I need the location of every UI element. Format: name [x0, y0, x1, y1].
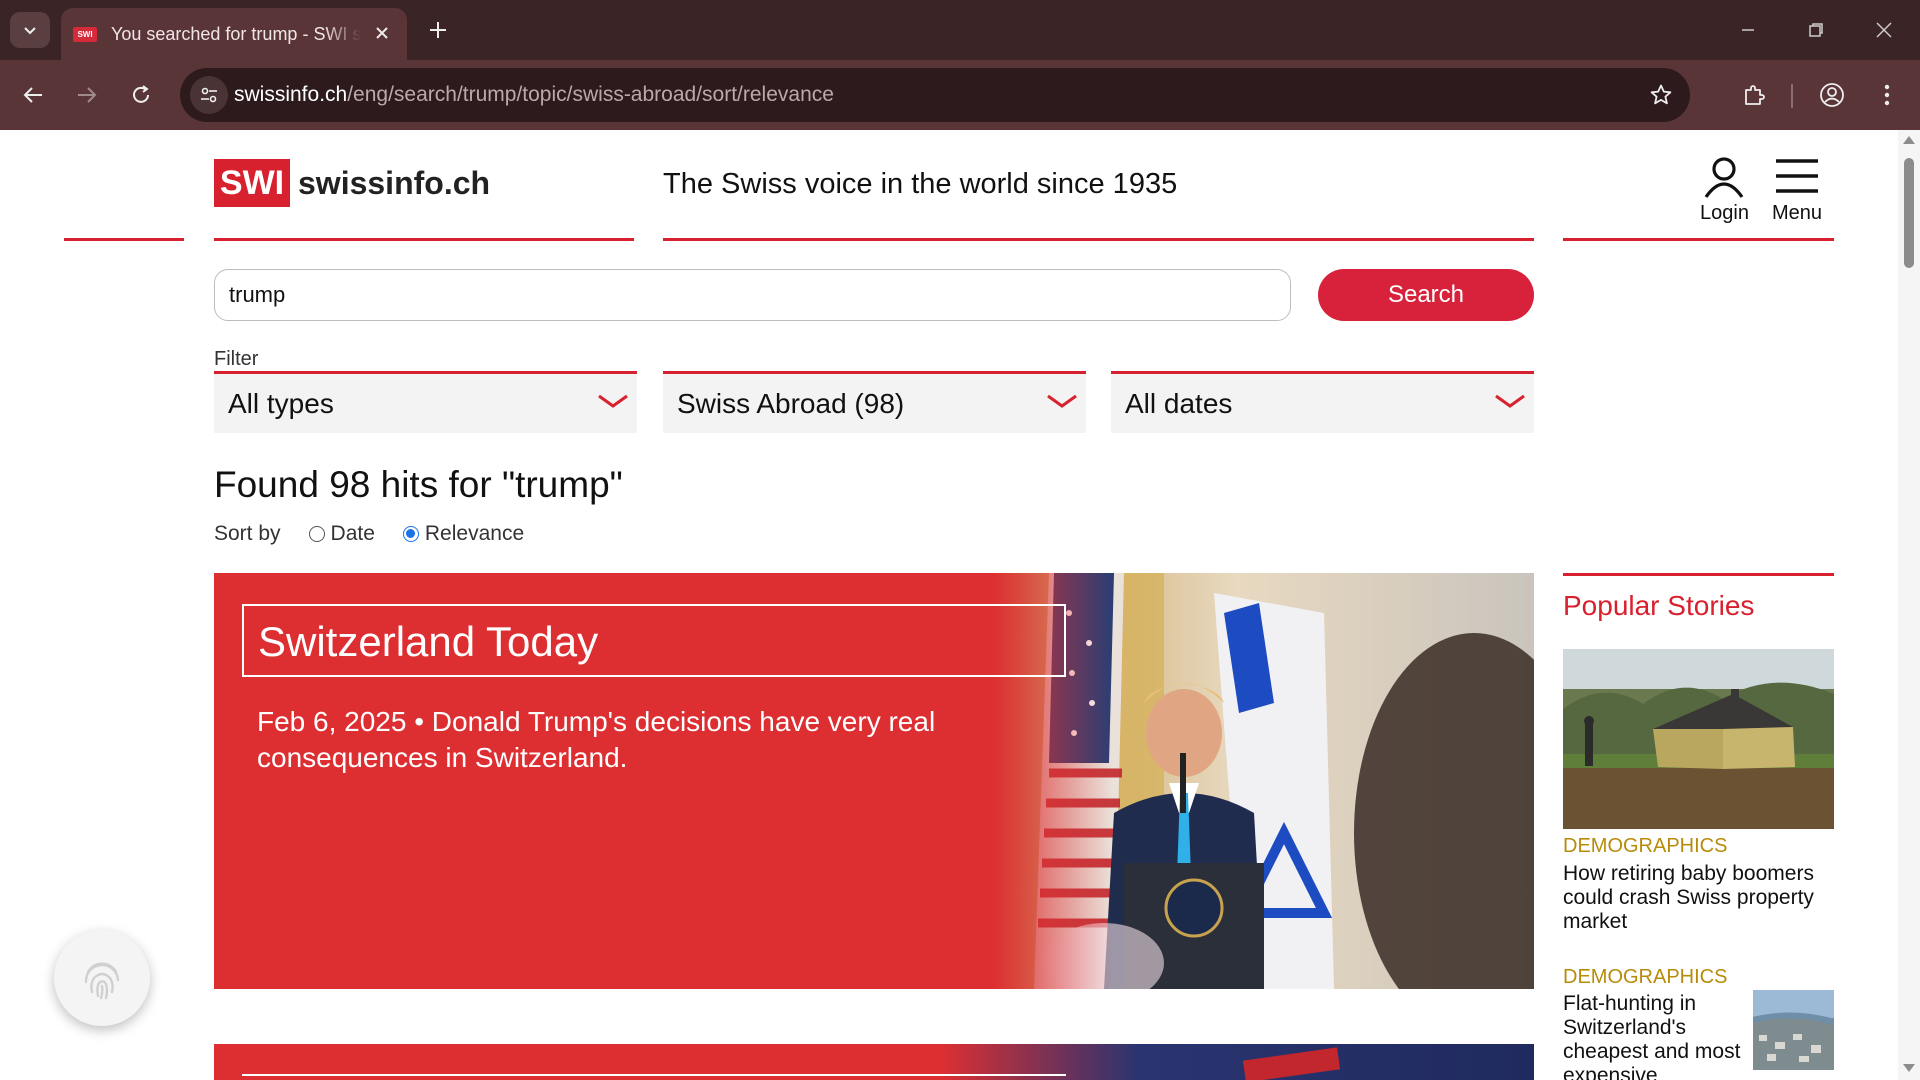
- header-divider: [663, 238, 1534, 241]
- url-path: /eng/search/trump/topic/swiss-abroad/sor…: [347, 83, 834, 106]
- tab-close-button[interactable]: [371, 22, 393, 44]
- more-icon: [1884, 84, 1890, 106]
- logo-wordmark: swissinfo.ch: [298, 164, 491, 201]
- sort-date-label: Date: [330, 522, 375, 545]
- back-icon: [23, 87, 42, 103]
- toolbar-divider: [1791, 84, 1793, 108]
- url-host: swissinfo.ch: [234, 83, 348, 106]
- profile-button[interactable]: [1811, 74, 1853, 116]
- bookmark-button[interactable]: [1646, 80, 1676, 110]
- extensions-button[interactable]: [1733, 74, 1775, 116]
- logo-mark: SWI: [214, 159, 290, 207]
- menu-button[interactable]: Menu: [1772, 156, 1822, 225]
- type-filter-select[interactable]: All types: [214, 371, 637, 433]
- result-card[interactable]: [214, 1044, 1534, 1080]
- tab-search-button[interactable]: [10, 12, 50, 48]
- popular-headline[interactable]: Flat-hunting in Switzerland's cheapest a…: [1563, 992, 1743, 1080]
- card-description: Feb 6, 2025 • Donald Trump's decisions h…: [257, 706, 936, 773]
- scroll-down-arrow[interactable]: [1903, 1064, 1915, 1072]
- scroll-thumb[interactable]: [1904, 158, 1914, 268]
- search-input[interactable]: [214, 269, 1291, 321]
- forward-button[interactable]: [66, 74, 108, 116]
- close-icon: [376, 27, 388, 39]
- date-filter-select[interactable]: All dates: [1111, 371, 1534, 433]
- chevron-down-icon: [24, 27, 36, 35]
- news-projects-photo: [214, 1044, 1534, 1080]
- sort-relevance-label: Relevance: [424, 522, 525, 545]
- popular-divider: [1563, 573, 1834, 576]
- browser-tab-bar: SWI You searched for trump - SWI swissin…: [0, 0, 1920, 60]
- browser-toolbar: swissinfo.ch/eng/search/trump/topic/swis…: [0, 60, 1920, 130]
- user-icon: [1705, 157, 1744, 198]
- card-title: Switzerland Today: [258, 618, 599, 665]
- minimize-button[interactable]: [1730, 14, 1766, 46]
- profile-icon: [1820, 83, 1844, 107]
- fingerprint-icon: [84, 962, 120, 1000]
- type-filter-value: All types: [228, 388, 334, 419]
- restore-icon: [1809, 23, 1823, 37]
- aerial-city-photo[interactable]: [1753, 990, 1834, 1070]
- restore-button[interactable]: [1798, 14, 1834, 46]
- url-text: swissinfo.ch/eng/search/trump/topic/swis…: [234, 83, 834, 107]
- header-divider: [214, 238, 634, 241]
- filter-label: Filter: [214, 348, 259, 370]
- chevron-down-icon: [1047, 394, 1077, 408]
- page-scrollbar[interactable]: [1898, 130, 1920, 1080]
- browser-tab[interactable]: SWI You searched for trump - SWI swissin…: [61, 8, 407, 60]
- page-viewport: SWI swissinfo.ch The Swiss voice in the …: [0, 130, 1898, 1080]
- topic-filter-select[interactable]: Swiss Abroad (98): [663, 371, 1086, 433]
- sort-control: Sort by Date Relevance: [214, 522, 524, 546]
- address-bar[interactable]: swissinfo.ch/eng/search/trump/topic/swis…: [180, 68, 1690, 122]
- reload-icon: [133, 85, 149, 103]
- popular-category: DEMOGRAPHICS: [1563, 835, 1728, 857]
- close-window-button[interactable]: [1866, 14, 1902, 46]
- sort-date-radio[interactable]: [308, 526, 325, 542]
- star-icon: [1650, 84, 1672, 105]
- trump-press-photo: [994, 573, 1534, 989]
- result-card[interactable]: Switzerland Today Feb 6, 2025 • Donald T…: [214, 573, 1534, 989]
- minimize-icon: [1742, 29, 1754, 31]
- topic-filter-value: Swiss Abroad (98): [677, 388, 905, 419]
- search-button[interactable]: Search: [1318, 269, 1534, 321]
- back-button[interactable]: [12, 74, 54, 116]
- sort-label: Sort by: [214, 522, 281, 545]
- new-tab-button[interactable]: [424, 16, 452, 44]
- fingerprint-button[interactable]: [54, 930, 150, 1026]
- site-logo[interactable]: SWI swissinfo.ch: [214, 159, 490, 207]
- site-info-icon: [201, 87, 217, 103]
- results-heading: Found 98 hits for "trump": [214, 464, 623, 505]
- popular-headline[interactable]: How retiring baby boomers could crash Sw…: [1563, 862, 1834, 934]
- favicon: SWI: [73, 26, 97, 42]
- forward-icon: [78, 87, 97, 103]
- more-menu-button[interactable]: [1866, 74, 1908, 116]
- sort-relevance-option[interactable]: Relevance: [402, 522, 525, 546]
- extensions-icon: [1745, 85, 1765, 105]
- sort-date-option[interactable]: Date: [308, 522, 375, 546]
- chevron-down-icon: [1495, 394, 1525, 408]
- plus-icon: [430, 22, 446, 38]
- card-title-frame: Switzerland Today: [242, 604, 1066, 677]
- close-icon: [1876, 22, 1892, 38]
- house-field-photo[interactable]: [1563, 649, 1834, 829]
- popular-stories-title: Popular Stories: [1563, 590, 1755, 621]
- chevron-down-icon: [598, 394, 628, 408]
- reload-button[interactable]: [120, 74, 162, 116]
- popular-category: DEMOGRAPHICS: [1563, 966, 1728, 988]
- site-tagline: The Swiss voice in the world since 1935: [663, 168, 1178, 200]
- login-button[interactable]: Login: [1700, 156, 1749, 225]
- header-divider: [64, 238, 184, 241]
- hamburger-icon: [1776, 159, 1819, 193]
- sort-relevance-radio[interactable]: [402, 526, 419, 542]
- site-info-button[interactable]: [190, 76, 228, 114]
- date-filter-value: All dates: [1125, 388, 1233, 419]
- header-divider: [1563, 238, 1834, 241]
- menu-label: Menu: [1772, 202, 1823, 224]
- login-label: Login: [1700, 202, 1749, 224]
- scroll-up-arrow[interactable]: [1903, 136, 1915, 144]
- tab-title: You searched for trump - SWI swissinfo.c…: [111, 23, 361, 44]
